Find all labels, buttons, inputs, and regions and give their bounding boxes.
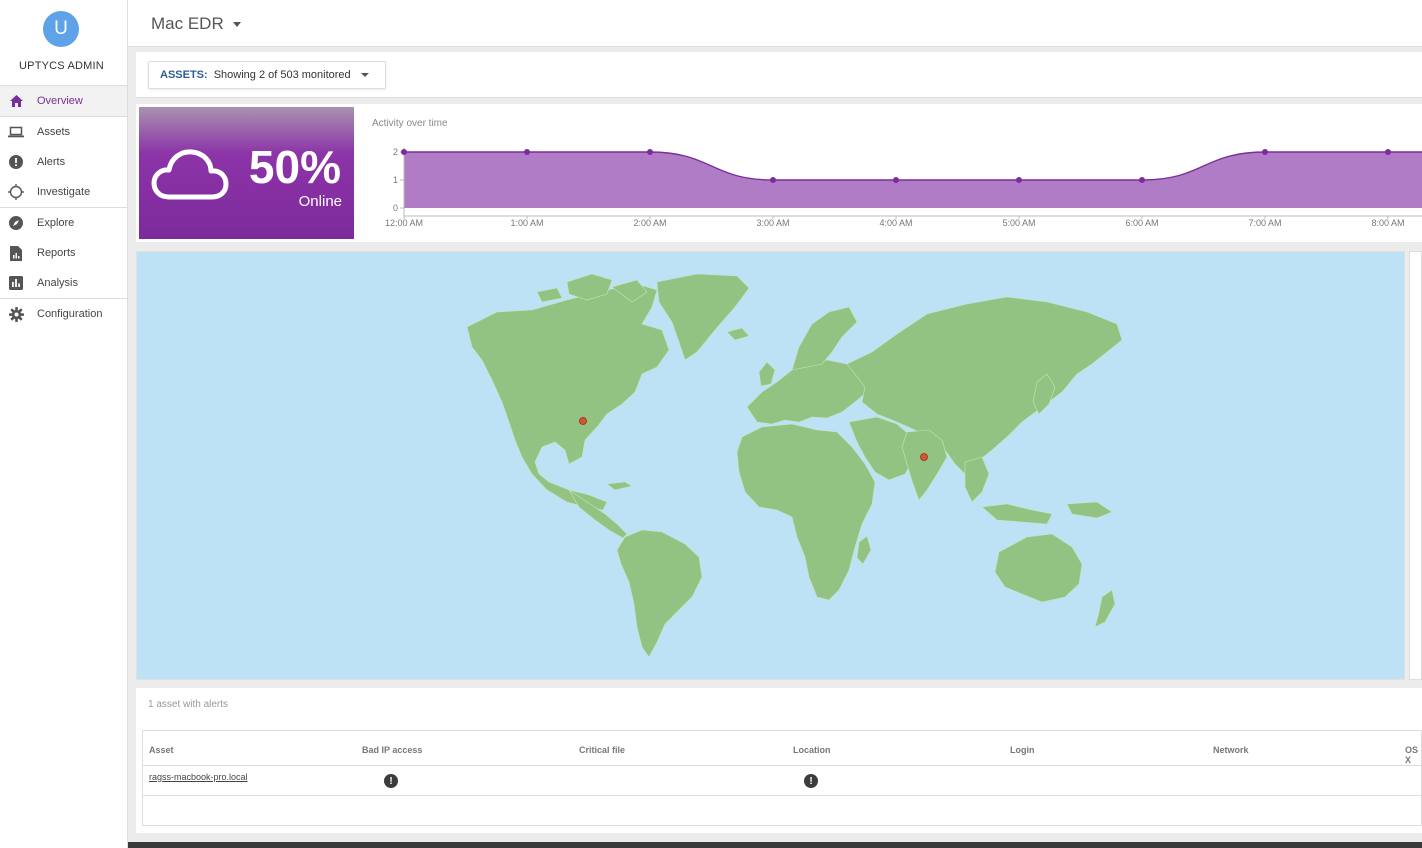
home-icon [8,93,24,109]
x-tick-label: 2:00 AM [633,218,666,228]
sidebar: U UPTYCS ADMIN Overview Assets Alerts In… [0,0,128,848]
avatar[interactable]: U [43,11,79,47]
world-map-svg [466,273,1123,658]
x-tick-label: 5:00 AM [1002,218,1035,228]
report-icon [8,245,24,261]
alerts-panel: 1 asset with alerts Asset Bad IP access … [136,688,1422,833]
alert-icon [8,154,24,170]
data-point [647,149,653,155]
sidebar-item-alerts[interactable]: Alerts [0,147,127,177]
assets-filter-text: Showing 2 of 503 monitored [213,69,351,81]
data-point [1262,149,1268,155]
land-africa [736,423,876,601]
column-header[interactable]: Critical file [579,745,625,755]
sidebar-item-label: Assets [37,126,71,138]
side-panel [1409,251,1422,680]
x-tick-label: 3:00 AM [756,218,789,228]
online-status-card[interactable]: 50% Online [139,107,354,239]
x-tick-label: 7:00 AM [1248,218,1281,228]
sidebar-item-assets[interactable]: Assets [0,117,127,147]
admin-name[interactable]: UPTYCS ADMIN [0,60,123,72]
crosshair-icon [8,184,24,200]
sidebar-item-label: Investigate [37,186,91,198]
sidebar-nav: Overview Assets Alerts Investigate Explo… [0,85,127,329]
sidebar-item-configuration[interactable]: Configuration [0,299,127,329]
desktop-strip [128,842,1422,848]
y-tick-label: 0 [393,203,398,213]
cloud-icon [151,149,229,200]
x-tick-label: 8:00 AM [1371,218,1404,228]
land-greenland [656,273,750,361]
land-indonesia [981,503,1053,525]
assets-filter-label: ASSETS: [160,69,208,81]
x-tick-label: 4:00 AM [879,218,912,228]
column-header[interactable]: Location [793,745,831,755]
online-percent: 50% [248,141,341,193]
sidebar-item-overview[interactable]: Overview [0,86,127,116]
x-tick-label: 6:00 AM [1125,218,1158,228]
y-tick-label: 1 [393,175,398,185]
sidebar-item-explore[interactable]: Explore [0,208,127,238]
data-point [770,177,776,183]
column-header[interactable]: Bad IP access [362,745,422,755]
alerts-title: 1 asset with alerts [148,699,229,710]
y-tick-label: 2 [393,147,398,157]
top-bar: Mac EDR [128,0,1422,47]
column-header[interactable]: Login [1010,745,1035,755]
data-point [1385,149,1391,155]
activity-chart: Activity over time 0 1 2 12:00 AM 1:00 AM 2:0… [372,104,1422,242]
gear-icon [8,306,24,322]
column-header[interactable]: Asset [149,745,174,755]
data-point [524,149,530,155]
laptop-icon [8,124,24,140]
table-header: Asset Bad IP access Critical file Locati… [143,731,1421,766]
sidebar-item-label: Analysis [37,277,78,289]
location-marker-india [920,453,928,461]
sidebar-item-label: Reports [37,247,76,259]
location-marker-us [579,417,587,425]
asset-link[interactable]: ragss-macbook-pro.local [149,772,248,782]
chevron-down-icon [360,73,369,77]
land-north-america [466,283,670,511]
sidebar-item-label: Overview [37,95,83,107]
world-map[interactable] [136,251,1405,680]
chevron-down-icon [232,21,241,27]
online-label: Online [298,193,342,210]
page-title: Mac EDR [151,14,224,33]
data-point [893,177,899,183]
sidebar-item-label: Explore [37,217,75,229]
bar-chart-icon [8,275,24,291]
data-point [401,149,407,155]
sidebar-item-label: Configuration [37,308,103,320]
land-australia [994,533,1083,603]
sidebar-item-analysis[interactable]: Analysis [0,268,127,298]
assets-bar: ASSETS: Showing 2 of 503 monitored [136,52,1422,98]
x-tick-label: 12:00 AM [385,218,423,228]
data-point [1139,177,1145,183]
column-header[interactable]: Network [1213,745,1249,755]
column-header[interactable]: OS X [1405,745,1421,765]
alert-icon[interactable]: ! [384,774,398,788]
land-south-america [616,529,703,658]
sidebar-item-investigate[interactable]: Investigate [0,177,127,207]
status-row: 50% Online Activity over time 0 1 2 12:00 A… [136,104,1422,242]
app-selector[interactable]: Mac EDR [151,14,241,34]
alerts-table: Asset Bad IP access Critical file Locati… [142,730,1422,826]
compass-icon [8,215,24,231]
assets-filter-dropdown[interactable]: ASSETS: Showing 2 of 503 monitored [148,61,386,89]
land-india [901,429,948,501]
table-row[interactable]: ragss-macbook-pro.local ! ! [143,766,1421,796]
activity-chart-svg: 0 1 2 12:00 AM 1:00 AM 2:00 AM 3:00 AM 4:00 AM 5… [385,147,1422,228]
x-tick-label: 1:00 AM [510,218,543,228]
data-point [1016,177,1022,183]
alert-icon[interactable]: ! [804,774,818,788]
sidebar-item-label: Alerts [37,156,66,168]
sidebar-item-reports[interactable]: Reports [0,238,127,268]
